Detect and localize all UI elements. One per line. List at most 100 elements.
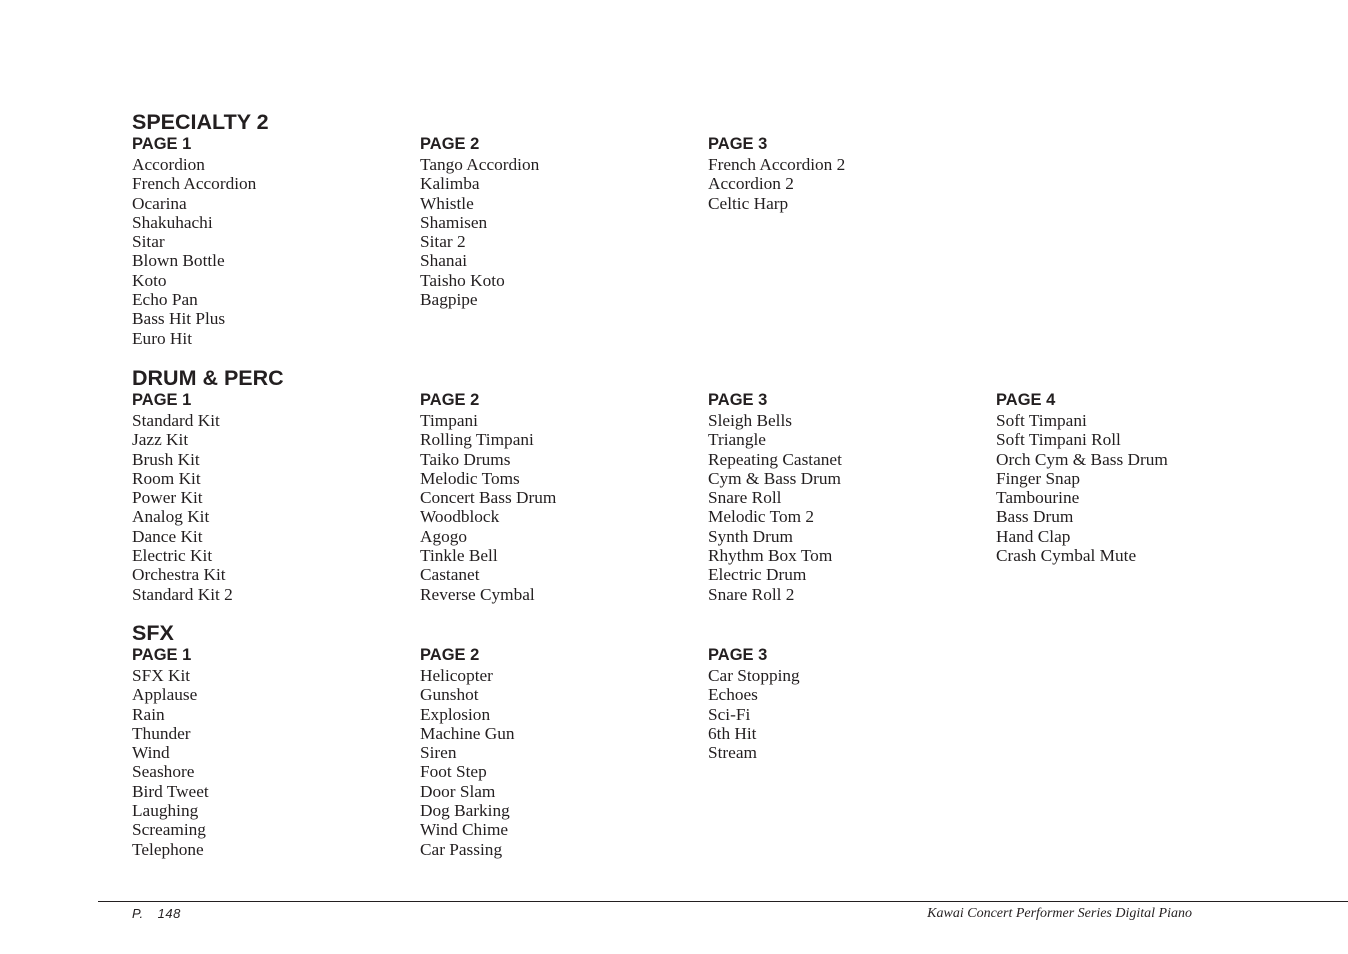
sound-item: Car Passing [420, 839, 503, 859]
sound-item: Telephone [132, 839, 204, 859]
page-column-2: PAGE 2 Helicopter Gunshot Explosion Machine … [420, 645, 515, 859]
sound-item: Standard Kit 2 [132, 584, 233, 604]
sound-item: Snare Roll [708, 488, 782, 508]
sound-item: 6th Hit [708, 723, 757, 743]
sound-item: Accordion 2 [708, 174, 794, 194]
sound-item: Orchestra Kit [132, 565, 226, 585]
page-column-1: PAGE 1 SFX Kit Applause Rain Thunder Wind Seas… [132, 645, 209, 859]
sound-item: Sci-Fi [708, 704, 751, 724]
sound-item: French Accordion 2 [708, 155, 846, 174]
sound-item: Sitar [132, 232, 165, 252]
page-columns: PAGE 1 SFX Kit Applause Rain Thunder Wind Seas… [132, 645, 1282, 865]
sound-item: Door Slam [420, 781, 496, 801]
page-column-1: PAGE 1 Accordion French Accordion Ocarina Sh… [132, 134, 256, 348]
sound-item: Jazz Kit [132, 430, 189, 450]
sound-item: Melodic Tom 2 [708, 507, 814, 527]
sound-item: Thunder [132, 723, 191, 743]
sound-item: Woodblock [420, 507, 500, 527]
page-prefix: P. [132, 906, 144, 921]
page-heading: PAGE 1 [132, 391, 192, 409]
sound-item: Concert Bass Drum [420, 488, 557, 508]
page-number: P. 148 [132, 906, 181, 921]
sound-item: Helicopter [420, 666, 493, 685]
section-drum-perc: DRUM & PERC PAGE 1 Standard Kit Jazz Kit Br… [132, 366, 1282, 610]
sound-item: Rolling Timpani [420, 430, 534, 450]
sound-item: Power Kit [132, 488, 203, 508]
sound-item: Sleigh Bells [708, 411, 793, 430]
page-column-4: PAGE 4 Soft Timpani Soft Timpani Roll Orch … [996, 390, 1168, 565]
page-column-1: PAGE 1 Standard Kit Jazz Kit Brush Kit Room … [132, 390, 233, 604]
sound-item: Blown Bottle [132, 251, 225, 271]
sound-item: Wind Chime [420, 820, 509, 840]
sound-item: Echoes [708, 685, 758, 705]
page-heading: PAGE 2 [420, 391, 480, 409]
page-heading: PAGE 1 [132, 135, 192, 153]
sound-item: Rhythm Box Tom [708, 546, 833, 566]
sound-item: Electric Kit [132, 546, 213, 566]
sound-item: Crash Cymbal Mute [996, 546, 1137, 566]
sound-item: Soft Timpani Roll [996, 430, 1121, 450]
sound-item: Tinkle Bell [420, 546, 498, 566]
sound-item: SFX Kit [132, 666, 191, 685]
sound-item: Foot Step [420, 762, 487, 782]
sound-item: Machine Gun [420, 723, 515, 743]
sound-item: French Accordion [132, 174, 257, 194]
sound-item: Tango Accordion [420, 155, 540, 174]
sound-item: Bass Drum [996, 507, 1074, 527]
sound-item: Analog Kit [132, 507, 210, 527]
sound-item: Stream [708, 743, 757, 763]
sound-item: Agogo [420, 526, 468, 546]
sound-item: Shanai [420, 251, 468, 271]
sound-item: Car Stopping [708, 666, 800, 685]
sound-item: Echo Pan [132, 290, 198, 310]
sound-item: Rain [132, 704, 165, 724]
sound-item: Tambourine [996, 488, 1080, 508]
sound-item: Triangle [708, 430, 766, 450]
page-column-3: PAGE 3 Sleigh Bells Triangle Repeating Cast… [708, 390, 842, 604]
page-number-value: 148 [157, 906, 181, 921]
sound-item: Kalimba [420, 174, 480, 194]
sound-item: Hand Clap [996, 526, 1071, 546]
page-heading: PAGE 3 [708, 646, 768, 664]
page-heading: PAGE 2 [420, 646, 480, 664]
sound-item: Dog Barking [420, 801, 510, 821]
sound-item: Taiko Drums [420, 449, 511, 469]
footer-divider [98, 901, 1348, 902]
sound-item: Whistle [420, 193, 474, 213]
section-title: DRUM & PERC [132, 366, 284, 390]
sound-item: Euro Hit [132, 328, 192, 348]
sound-item: Finger Snap [996, 468, 1081, 488]
page-columns: PAGE 1 Accordion French Accordion Ocarina Sh… [132, 134, 1282, 354]
sound-item: Siren [420, 743, 457, 763]
sound-item: Timpani [420, 411, 478, 430]
sound-item: Applause [132, 685, 198, 705]
page-heading: PAGE 3 [708, 135, 768, 153]
sound-item: Electric Drum [708, 565, 807, 585]
section-specialty-2: SPECIALTY 2 PAGE 1 Accordion French Accord… [132, 110, 1282, 354]
sound-item: Brush Kit [132, 449, 200, 469]
book-title: Kawai Concert Performer Series Digital P… [927, 906, 1192, 921]
sound-item: Dance Kit [132, 526, 203, 546]
sound-item: Room Kit [132, 468, 201, 488]
page-column-3: PAGE 3 French Accordion 2 Accordion 2 Celti… [708, 134, 845, 213]
section-title: SPECIALTY 2 [132, 110, 269, 134]
sound-item: Castanet [420, 565, 480, 585]
page-heading: PAGE 4 [996, 391, 1056, 409]
sound-item: Standard Kit [132, 411, 220, 430]
sound-item: Explosion [420, 704, 491, 724]
sound-item: Snare Roll 2 [708, 584, 795, 604]
sound-item: Sitar 2 [420, 232, 466, 252]
sound-item: Taisho Koto [420, 270, 505, 290]
sound-item: Melodic Toms [420, 468, 520, 488]
sound-item: Shamisen [420, 212, 488, 232]
sound-item: Accordion [132, 155, 205, 174]
sound-item: Shakuhachi [132, 212, 213, 232]
sound-item: Ocarina [132, 193, 187, 213]
sound-item: Bird Tweet [132, 781, 209, 801]
section-sfx: SFX PAGE 1 SFX Kit Applause Rain Thunder Wind… [132, 621, 1282, 865]
sound-item: Koto [132, 270, 167, 290]
sound-item: Bass Hit Plus [132, 309, 226, 329]
sound-item: Wind [132, 743, 170, 763]
sound-item: Repeating Castanet [708, 449, 842, 469]
sound-item: Soft Timpani [996, 411, 1087, 430]
